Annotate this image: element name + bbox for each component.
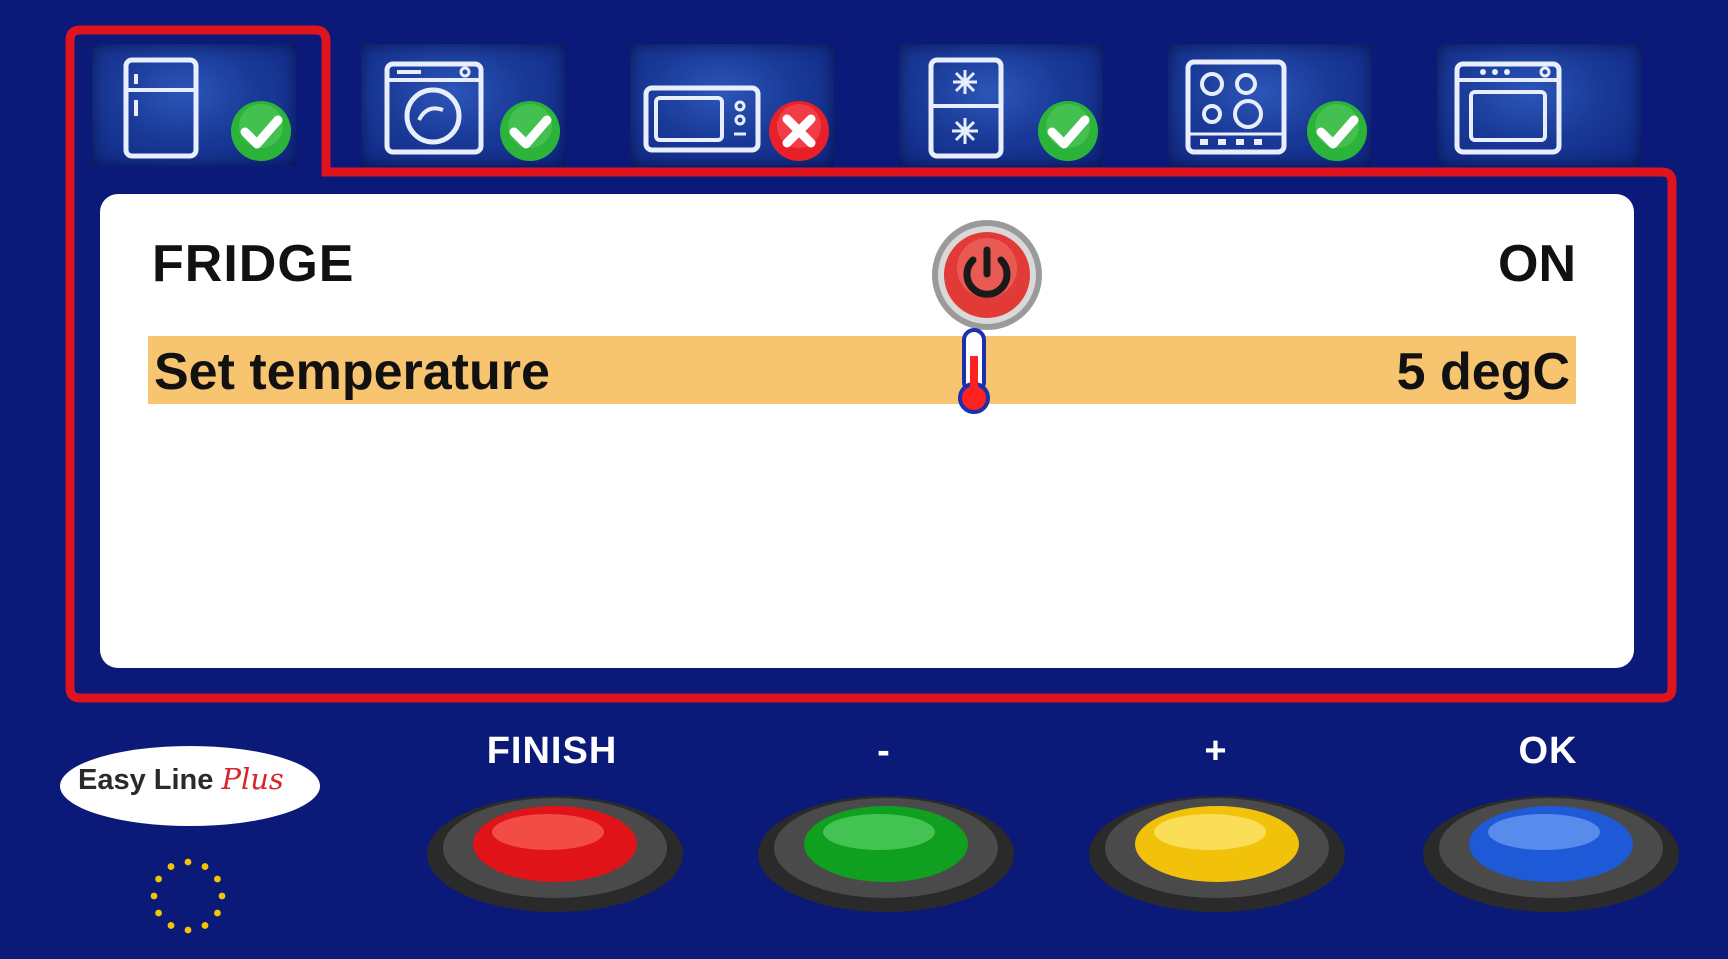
eu-star <box>155 909 162 917</box>
eu-star <box>184 858 192 866</box>
eu-star <box>150 892 158 900</box>
eu-star <box>167 863 175 870</box>
easy-line-plus-logo <box>60 746 320 826</box>
check-icon <box>500 101 560 161</box>
power-button[interactable] <box>928 216 1046 334</box>
eu-star <box>218 892 226 900</box>
plus-label: + <box>1204 730 1228 772</box>
minus-label: - <box>877 730 891 772</box>
error-icon <box>769 101 829 161</box>
eu-star <box>201 863 209 870</box>
tab-freezer[interactable] <box>899 44 1103 166</box>
oven-icon <box>1454 61 1562 155</box>
tab-oven[interactable] <box>1437 44 1641 166</box>
eu-star <box>155 875 162 883</box>
tab-microwave[interactable] <box>630 44 834 166</box>
finish-button[interactable] <box>424 784 686 916</box>
eu-star <box>201 922 209 929</box>
tab-washing-machine[interactable] <box>361 44 565 166</box>
appliance-panel: FRIDGE ON Set temperature 5 degC <box>100 194 1634 668</box>
minus-button[interactable] <box>755 784 1017 916</box>
thermometer-icon <box>958 328 990 414</box>
ok-button[interactable] <box>1420 784 1682 916</box>
plus-button[interactable] <box>1086 784 1348 916</box>
check-icon <box>1307 101 1367 161</box>
setting-value: 5 degC <box>1396 343 1570 401</box>
check-icon <box>231 101 291 161</box>
power-state: ON <box>1498 235 1576 293</box>
ok-label: OK <box>1518 730 1578 772</box>
eu-stars-icon <box>150 858 226 934</box>
eu-star <box>214 909 221 917</box>
eu-star <box>167 922 175 929</box>
eu-star <box>184 926 192 934</box>
tab-hob[interactable] <box>1168 44 1372 166</box>
setting-label: Set temperature <box>154 343 550 401</box>
check-icon <box>1038 101 1098 161</box>
appliance-name: FRIDGE <box>152 235 355 293</box>
finish-label: FINISH <box>486 730 618 772</box>
set-temperature-row[interactable]: Set temperature 5 degC <box>148 336 1576 404</box>
tab-fridge[interactable] <box>92 44 296 166</box>
eu-star <box>214 875 221 883</box>
